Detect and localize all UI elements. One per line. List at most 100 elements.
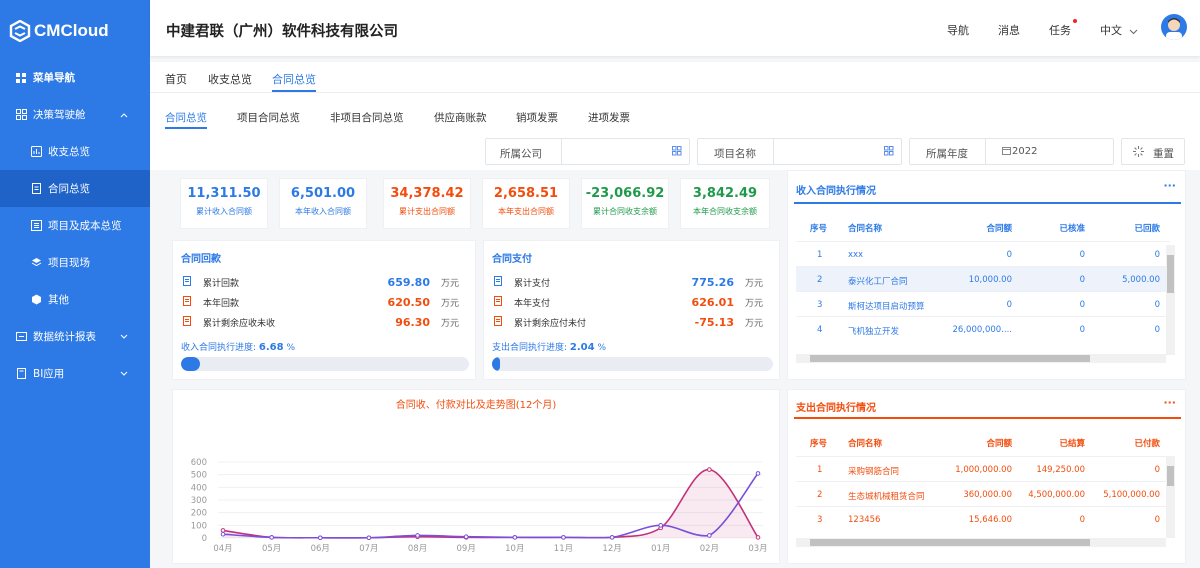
data-point <box>220 531 226 537</box>
reset-button[interactable]: 重置 <box>1121 138 1185 165</box>
table-row[interactable]: 2 泰兴化工厂合同 10,000.00 0 5,000.00 <box>796 266 1170 291</box>
sidebar-item-other[interactable]: 其他 <box>0 281 150 318</box>
chart-title: 合同收、付款对比及走势图(12个月) <box>396 398 557 411</box>
sidebar-item-label: 项目现场 <box>48 257 90 269</box>
list-icon <box>30 220 42 232</box>
receipt-progress-label: 收入合同执行进度: <box>181 343 257 353</box>
sidebar-item-bi-apps[interactable]: BI应用 <box>0 355 150 392</box>
horizontal-scrollbar[interactable] <box>796 538 1166 547</box>
sidebar-item-project-site[interactable]: 项目现场 <box>0 244 150 281</box>
subtab-project-contract[interactable]: 项目合同总览 <box>237 110 300 125</box>
tasks-link[interactable]: 任务 <box>1049 22 1071 38</box>
sidebar-item-project-cost[interactable]: 项目及成本总览 <box>0 207 150 244</box>
sidebar-item-menu-nav[interactable]: 菜单导航 <box>0 59 150 96</box>
stat-card: 6,501.00 本年收入合同额 <box>279 178 367 229</box>
subtab-input-invoice[interactable]: 进项发票 <box>588 110 630 125</box>
col-header: 合同名称 <box>848 439 883 449</box>
year-filter[interactable]: 所属年度 2022 <box>909 138 1114 165</box>
company-filter[interactable]: 所属公司 <box>485 138 690 165</box>
cell: 3 <box>817 300 823 310</box>
scrollbar-thumb[interactable] <box>1167 466 1174 486</box>
subtab-contract-overview[interactable]: 合同总览 <box>165 110 207 125</box>
receipt-row-unit: 万元 <box>440 318 459 329</box>
doc-icon <box>494 275 503 289</box>
reset-icon <box>1133 146 1144 160</box>
sidebar-item-income-overview[interactable]: 收支总览 <box>0 133 150 170</box>
avatar[interactable] <box>1161 14 1187 40</box>
payment-row-value: -75.13 <box>694 315 734 329</box>
sidebar-item-label: 收支总览 <box>48 146 90 158</box>
bi-icon <box>15 368 27 380</box>
project-filter[interactable]: 项目名称 <box>697 138 902 165</box>
scrollbar-thumb[interactable] <box>810 539 1090 546</box>
logo-text: CMCloud <box>34 21 109 40</box>
doc-icon <box>494 295 503 309</box>
stat-value: -23,066.92 <box>585 186 665 201</box>
sidebar-item-label: 数据统计报表 <box>33 331 96 343</box>
receipt-row-value: 96.30 <box>395 315 430 329</box>
x-tick-label: 01月 <box>651 544 670 554</box>
receipt-row-name: 累计回款 <box>203 278 240 289</box>
table-row[interactable]: 3 123456 15,646.00 0 0 <box>796 506 1170 531</box>
vertical-scrollbar[interactable] <box>1166 245 1175 355</box>
cell: 1 <box>817 250 823 260</box>
subtab-output-invoice[interactable]: 销项发票 <box>516 110 558 125</box>
cell: 0 <box>1154 325 1160 335</box>
more-icon[interactable]: ··· <box>1163 396 1176 409</box>
data-point <box>609 535 615 540</box>
company-filter-label: 所属公司 <box>500 148 542 160</box>
notification-dot <box>1073 19 1077 23</box>
x-tick-label: 10月 <box>505 544 524 554</box>
logo: CMCloud <box>9 18 109 44</box>
messages-link[interactable]: 消息 <box>998 22 1020 38</box>
cell: 0 <box>1006 250 1012 260</box>
expense-table: 序号 合同名称 合同额 已结算 已付款 1 采购钢筋合同 1,000,000.0… <box>796 429 1170 549</box>
grid-select-icon[interactable] <box>884 146 894 159</box>
x-tick-label: 08月 <box>408 544 427 554</box>
language-select[interactable]: 中文 <box>1100 22 1122 38</box>
sidebar-item-decision-cockpit[interactable]: 决策驾驶舱 <box>0 96 150 133</box>
cell: 1,000,000.00 <box>955 465 1012 475</box>
cloud-logo-icon <box>9 20 31 42</box>
nav-link[interactable]: 导航 <box>947 22 969 38</box>
page-tabs: 首页 收支总览 合同总览 <box>150 62 1200 92</box>
table-row[interactable]: 1 采购钢筋合同 1,000,000.00 149,250.00 0 <box>796 456 1170 481</box>
receipt-row-name: 累计剩余应收未收 <box>203 318 276 329</box>
chevron-down-icon[interactable] <box>1129 25 1138 38</box>
col-header: 序号 <box>810 224 828 234</box>
subtab-supplier-accounts[interactable]: 供应商账款 <box>434 110 487 125</box>
table-row[interactable]: 2 生态城机械租赁合同 360,000.00 4,500,000.00 5,10… <box>796 481 1170 506</box>
cell: 149,250.00 <box>1036 465 1085 475</box>
sidebar-item-statistics-report[interactable]: 数据统计报表 <box>0 318 150 355</box>
vertical-scrollbar[interactable] <box>1166 456 1175 538</box>
year-value: 2022 <box>1012 146 1038 157</box>
receipt-row-value: 659.80 <box>387 275 430 289</box>
table-row[interactable]: 4 飞机独立开发 26,000,000.... 0 0 <box>796 316 1170 341</box>
sidebar-item-contract-overview[interactable]: 合同总览 <box>0 170 150 207</box>
payment-row-name: 本年支付 <box>514 298 551 309</box>
data-point <box>561 535 566 540</box>
tab-home[interactable]: 首页 <box>165 71 187 87</box>
receipt-progress-value: 6.68 <box>258 342 284 353</box>
stat-label: 本年收入合同额 <box>295 207 351 216</box>
grid-select-icon[interactable] <box>672 146 682 159</box>
top-header: 中建君联（广州）软件科技有限公司 导航 消息 任务 中文 <box>150 0 1200 56</box>
data-point <box>317 535 323 541</box>
cell: 0 <box>1079 515 1085 525</box>
table-row[interactable]: 1 xxx 0 0 0 <box>796 241 1170 266</box>
payment-progress-value: 2.04 <box>569 342 595 353</box>
scrollbar-thumb[interactable] <box>1167 255 1174 293</box>
payment-progress-text: 支出合同执行进度: 2.04 % <box>492 340 606 353</box>
data-point <box>658 523 664 528</box>
subtab-non-project-contract[interactable]: 非项目合同总览 <box>330 110 404 125</box>
tab-income-overview[interactable]: 收支总览 <box>208 71 252 87</box>
table-row[interactable]: 3 斯柯达项目启动预算 0 0 0 <box>796 291 1170 316</box>
tab-contract-overview[interactable]: 合同总览 <box>272 71 316 87</box>
horizontal-scrollbar[interactable] <box>796 354 1166 363</box>
stat-value: 2,658.51 <box>493 186 559 201</box>
cell: 5,100,000.00 <box>1103 490 1160 500</box>
stat-card: 11,311.50 累计收入合同额 <box>180 178 268 229</box>
payment-row: 本年支付 626.01 万元 <box>494 293 769 311</box>
more-icon[interactable]: ··· <box>1163 179 1176 192</box>
scrollbar-thumb[interactable] <box>810 355 1090 362</box>
